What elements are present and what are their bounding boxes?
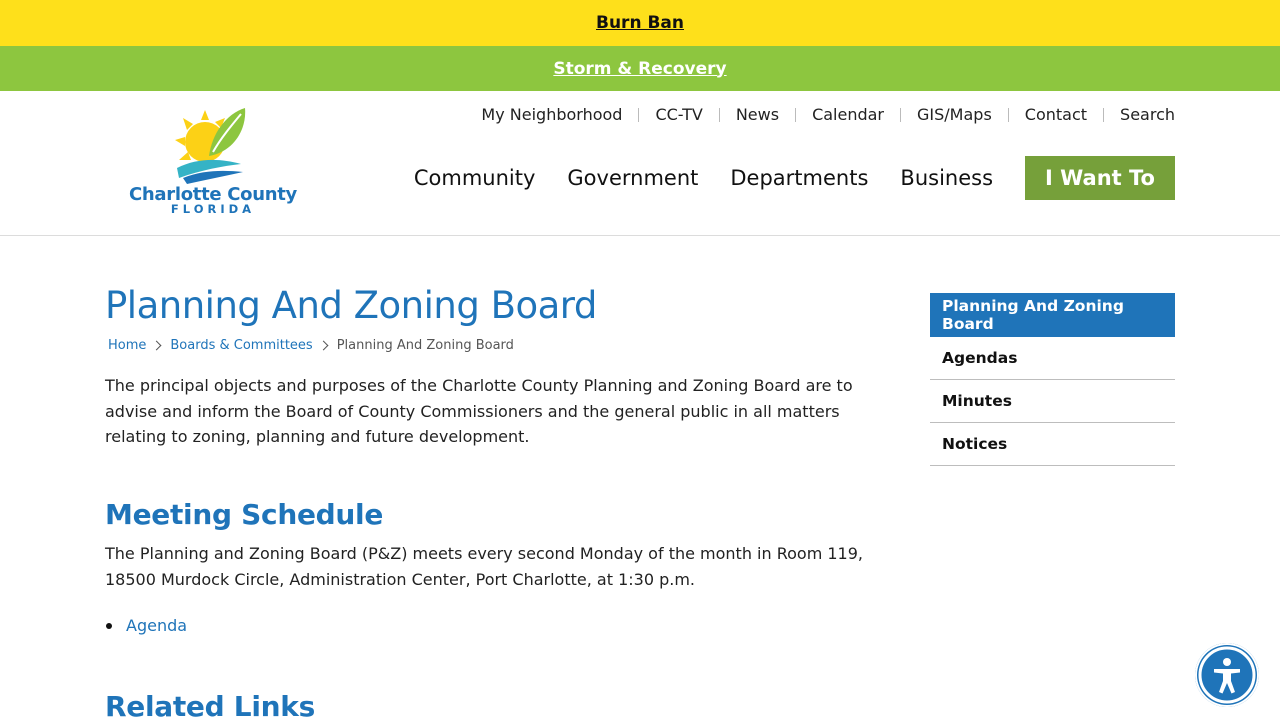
sidebar-item-planning-zoning-board[interactable]: Planning And Zoning Board [930, 293, 1175, 337]
i-want-to-button[interactable]: I Want To [1025, 156, 1175, 200]
utility-calendar[interactable]: Calendar [812, 105, 884, 124]
utility-divider [1007, 107, 1009, 122]
intro-paragraph: The principal objects and purposes of th… [105, 376, 853, 446]
sidebar-item-notices[interactable]: Notices [930, 423, 1175, 466]
sun-leaf-icon [175, 108, 246, 184]
storm-recovery-link[interactable]: Storm & Recovery [553, 59, 726, 79]
list-item: Agenda [105, 616, 187, 635]
utility-divider [795, 107, 797, 122]
nav-government[interactable]: Government [567, 166, 698, 190]
sidebar-item-agendas[interactable]: Agendas [930, 337, 1175, 380]
logo-state-name: FLORIDA [170, 202, 256, 216]
sidebar-item-minutes[interactable]: Minutes [930, 380, 1175, 423]
nav-community[interactable]: Community [414, 166, 536, 190]
utility-divider [638, 107, 640, 122]
nav-business[interactable]: Business [900, 166, 993, 190]
breadcrumb: Home Boards & Committees Planning And Zo… [108, 338, 514, 353]
nav-departments[interactable]: Departments [730, 166, 868, 190]
site-header: Charlotte County FLORIDA My Neighborhood… [0, 91, 1280, 236]
utility-nav: My Neighborhood CC-TV News Calendar GIS/… [481, 105, 1175, 124]
utility-contact[interactable]: Contact [1025, 105, 1087, 124]
accessibility-icon [1198, 646, 1256, 704]
chevron-right-icon [151, 340, 162, 351]
utility-cc-tv[interactable]: CC-TV [655, 105, 702, 124]
utility-divider [1103, 107, 1105, 122]
burn-ban-alert: Burn Ban [0, 0, 1280, 46]
storm-recovery-alert: Storm & Recovery [0, 46, 1280, 91]
utility-news[interactable]: News [736, 105, 779, 124]
charlotte-county-logo[interactable]: Charlotte County FLORIDA [113, 106, 309, 216]
related-links-heading: Related Links [105, 690, 315, 723]
accessibility-button[interactable] [1195, 643, 1259, 707]
page-title: Planning And Zoning Board [105, 284, 597, 327]
burn-ban-link[interactable]: Burn Ban [596, 13, 684, 33]
meeting-schedule-heading: Meeting Schedule [105, 498, 384, 531]
utility-gis-maps[interactable]: GIS/Maps [917, 105, 992, 124]
breadcrumb-current: Planning And Zoning Board [336, 338, 514, 353]
breadcrumb-boards-committees[interactable]: Boards & Committees [170, 338, 312, 353]
meeting-schedule-text: The Planning and Zoning Board (P&Z) meet… [105, 544, 863, 589]
chevron-right-icon [318, 340, 329, 351]
agenda-link[interactable]: Agenda [126, 616, 187, 635]
sidebar-nav: Planning And Zoning Board Agendas Minute… [930, 293, 1175, 466]
utility-my-neighborhood[interactable]: My Neighborhood [481, 105, 622, 124]
main-nav: Community Government Departments Busines… [382, 156, 1175, 200]
meeting-links-list: Agenda [105, 616, 187, 635]
bullet-icon [106, 622, 112, 629]
utility-search[interactable]: Search [1120, 105, 1175, 124]
breadcrumb-home[interactable]: Home [108, 338, 146, 353]
utility-divider [900, 107, 902, 122]
utility-divider [718, 107, 720, 122]
